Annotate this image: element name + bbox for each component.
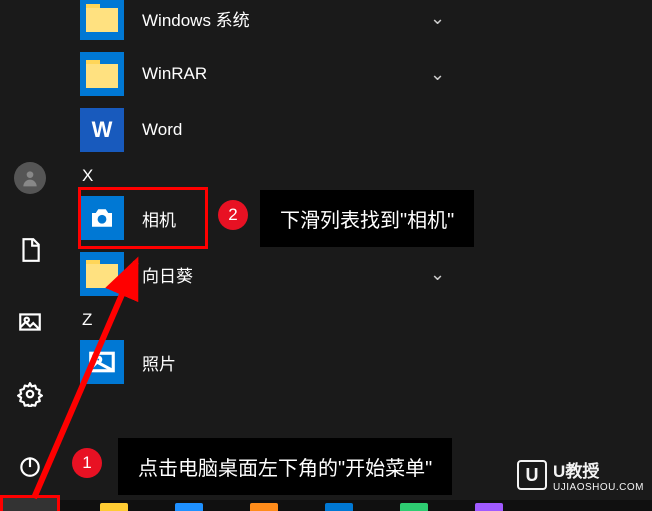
watermark-title: U教授 (553, 462, 599, 481)
user-avatar-icon (14, 162, 46, 194)
app-windows-system[interactable]: Windows 系统 ⌄ (80, 0, 480, 46)
taskbar-app-icon[interactable] (250, 503, 278, 511)
camera-icon (80, 196, 124, 240)
pictures-icon (17, 309, 43, 335)
taskbar-app-icon[interactable] (475, 503, 503, 511)
app-photos[interactable]: 照片 (80, 334, 480, 390)
section-header-x[interactable]: X (80, 158, 480, 190)
document-icon (17, 237, 43, 263)
rail-pictures[interactable] (0, 292, 60, 352)
taskbar-app-icon[interactable] (100, 503, 128, 511)
chevron-down-icon[interactable]: ⌄ (430, 64, 445, 85)
taskbar-app-icon[interactable] (175, 503, 203, 511)
annotation-callout-1: 点击电脑桌面左下角的"开始菜单" (118, 438, 452, 495)
folder-icon (80, 52, 124, 96)
start-button[interactable] (0, 495, 60, 511)
taskbar (0, 500, 652, 511)
rail-power[interactable] (0, 436, 60, 496)
watermark-logo-icon: U (517, 460, 547, 490)
app-label: 相机 (142, 206, 176, 231)
annotation-badge-1: 1 (72, 448, 102, 478)
taskbar-app-icon[interactable] (325, 503, 353, 511)
annotation-callout-2: 下滑列表找到"相机" (260, 190, 474, 247)
photos-icon (80, 340, 124, 384)
app-label: Word (142, 120, 182, 140)
rail-settings[interactable] (0, 364, 60, 424)
folder-icon (80, 252, 124, 296)
watermark-sub: UJIAOSHOU.COM (553, 482, 644, 493)
app-label: Windows 系统 (142, 6, 250, 31)
chevron-down-icon[interactable]: ⌄ (430, 8, 445, 29)
app-label: WinRAR (142, 64, 207, 84)
word-icon: W (80, 108, 124, 152)
gear-icon (17, 381, 43, 407)
chevron-down-icon[interactable]: ⌄ (430, 264, 445, 285)
rail-documents[interactable] (0, 220, 60, 280)
rail-user[interactable] (0, 148, 60, 208)
app-label: 照片 (142, 350, 176, 375)
power-icon (17, 453, 43, 479)
app-word[interactable]: W Word (80, 102, 480, 158)
taskbar-app-icon[interactable] (400, 503, 428, 511)
annotation-badge-2: 2 (218, 200, 248, 230)
section-header-z[interactable]: Z (80, 302, 480, 334)
folder-icon (80, 0, 124, 40)
app-sunflower[interactable]: 向日葵 ⌄ (80, 246, 480, 302)
app-label: 向日葵 (142, 262, 193, 287)
start-menu: Windows 系统 ⌄ WinRAR ⌄ W Word X 相机 向日葵 ⌄ … (0, 0, 652, 511)
watermark: U U教授 UJIAOSHOU.COM (517, 457, 644, 493)
start-rail (0, 0, 60, 500)
app-winrar[interactable]: WinRAR ⌄ (80, 46, 480, 102)
